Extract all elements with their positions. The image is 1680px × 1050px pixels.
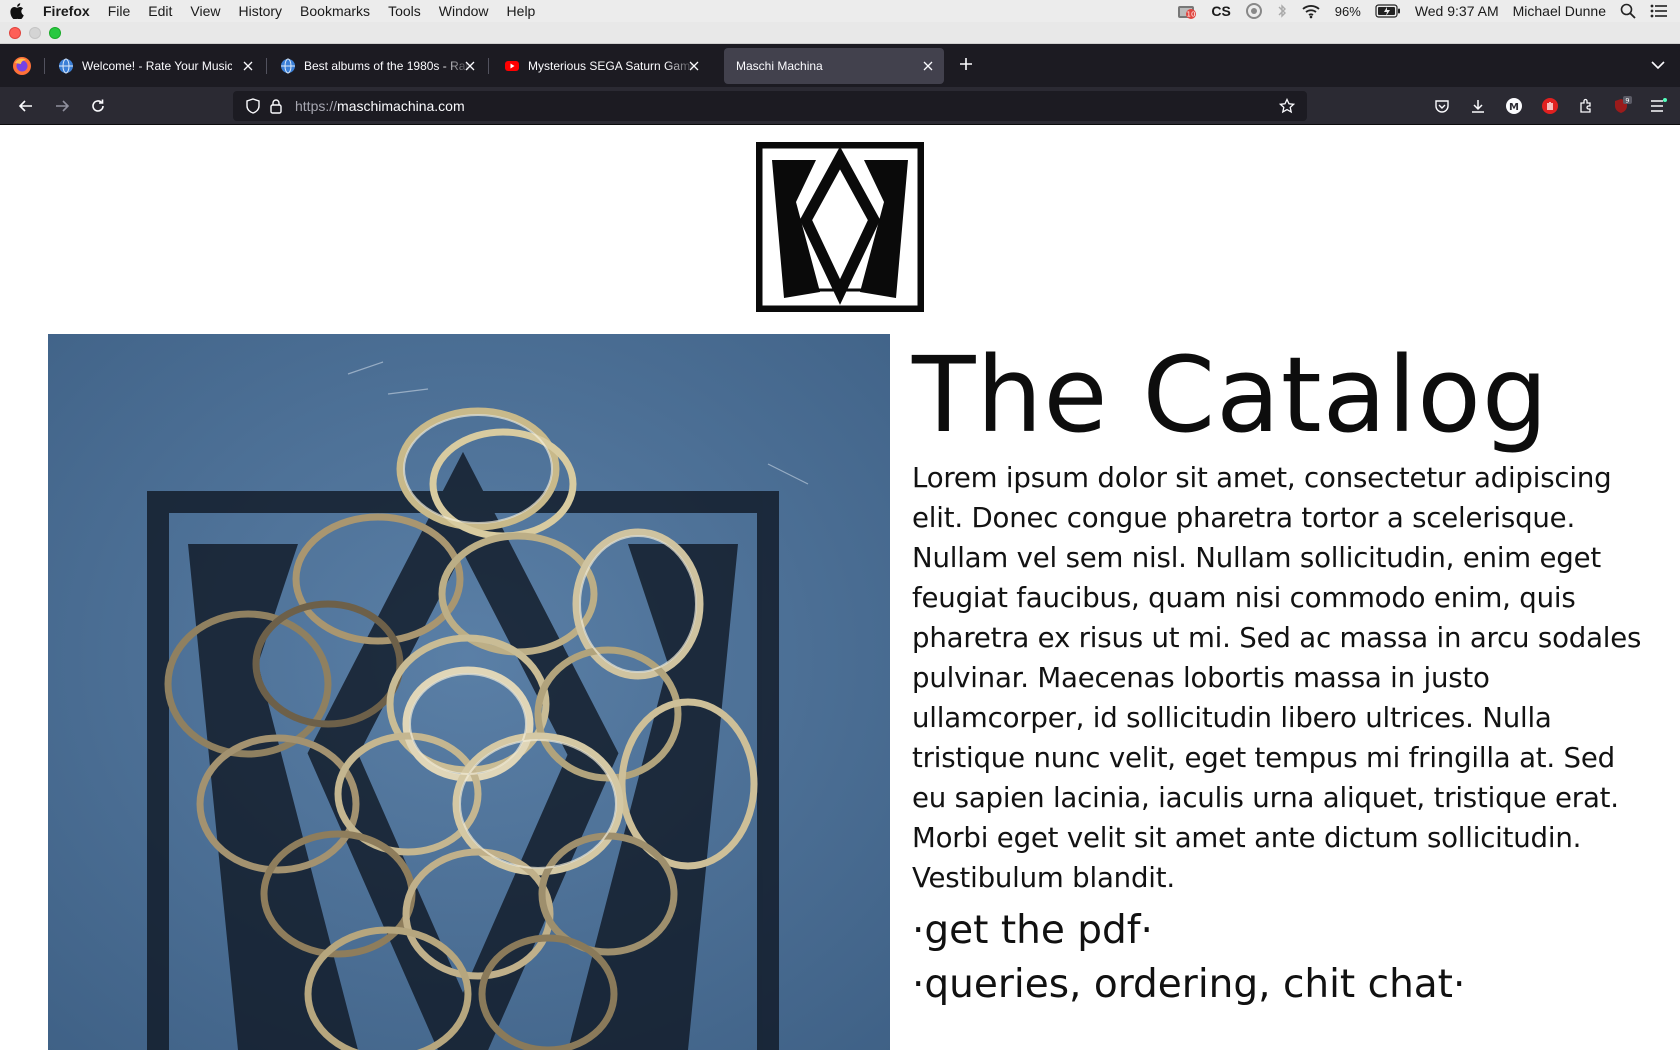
tab-close-icon[interactable]: [240, 58, 256, 74]
menu-tools[interactable]: Tools: [379, 0, 430, 22]
tracking-protection-shield-icon[interactable]: [245, 98, 261, 119]
menu-edit[interactable]: Edit: [139, 0, 181, 22]
contact-link[interactable]: ·queries, ordering, chit chat·: [912, 958, 1652, 1012]
tab-title: Mysterious SEGA Saturn Games: [528, 59, 696, 73]
lock-icon[interactable]: [269, 98, 283, 119]
apple-menu-icon[interactable]: [0, 3, 34, 19]
account-m-icon[interactable]: M: [1502, 94, 1526, 118]
menu-view[interactable]: View: [181, 0, 229, 22]
extension-red-hand-icon[interactable]: [1538, 94, 1562, 118]
tab-title: Welcome! - Rate Your Music: [82, 59, 232, 73]
window-titlebar: [0, 22, 1680, 44]
url-host: maschimachina.com: [337, 98, 465, 114]
navigation-toolbar: https://maschimachina.com M 9: [0, 87, 1680, 125]
tab-close-icon[interactable]: [920, 58, 936, 74]
user-name[interactable]: Michael Dunne: [1513, 3, 1606, 19]
control-center-icon[interactable]: [1650, 4, 1668, 18]
forward-arrow-icon[interactable]: [50, 94, 74, 118]
tab-best-albums-1980s[interactable]: Best albums of the 1980s - Rate Your Mus…: [268, 48, 486, 84]
pocket-icon[interactable]: [1430, 94, 1454, 118]
battery-percent: 96%: [1334, 3, 1361, 19]
youtube-icon: [505, 61, 519, 71]
tab-rate-your-music[interactable]: Welcome! - Rate Your Music: [46, 48, 264, 84]
vpn-icon[interactable]: [1245, 3, 1263, 19]
tab-close-icon[interactable]: [462, 58, 478, 74]
menu-file[interactable]: File: [99, 0, 140, 22]
catalog-hero-image: [48, 334, 890, 1050]
spotlight-search-icon[interactable]: [1620, 3, 1636, 19]
ublock-shield-icon[interactable]: 9: [1610, 94, 1634, 118]
window-zoom-button[interactable]: [49, 27, 61, 39]
cs-status-label[interactable]: CS: [1211, 3, 1230, 19]
menu-window[interactable]: Window: [430, 0, 498, 22]
extensions-puzzle-icon[interactable]: [1574, 94, 1598, 118]
get-pdf-link[interactable]: ·get the pdf·: [912, 904, 1652, 958]
url-bar[interactable]: https://maschimachina.com: [233, 91, 1307, 121]
app-menu-hamburger-icon[interactable]: [1646, 94, 1670, 118]
menu-app-firefox[interactable]: Firefox: [34, 0, 99, 22]
downloads-icon[interactable]: [1466, 94, 1490, 118]
menu-bookmarks[interactable]: Bookmarks: [291, 0, 379, 22]
wifi-icon[interactable]: [1301, 3, 1321, 19]
tab-title: Maschi Machina: [736, 59, 823, 73]
tab-bar: Welcome! - Rate Your Music Best albums o…: [0, 44, 1680, 87]
notification-app-icon[interactable]: 10: [1177, 2, 1197, 20]
catalog-text-column: The Catalog Lorem ipsum dolor sit amet, …: [912, 336, 1652, 1012]
menu-help[interactable]: Help: [498, 0, 545, 22]
bluetooth-icon[interactable]: [1277, 3, 1287, 19]
page-content: The Catalog Lorem ipsum dolor sit amet, …: [0, 126, 1680, 1050]
battery-icon[interactable]: [1375, 4, 1401, 18]
url-scheme: https://: [295, 98, 338, 114]
maschi-machina-logo[interactable]: [755, 141, 925, 313]
globe-icon: [59, 58, 73, 74]
page-title: The Catalog: [912, 334, 1549, 456]
catalog-description: Lorem ipsum dolor sit amet, consectetur …: [912, 461, 1642, 894]
tab-maschi-machina[interactable]: Maschi Machina: [724, 48, 944, 84]
firefox-view-icon[interactable]: [12, 56, 32, 81]
tab-sega-saturn[interactable]: Mysterious SEGA Saturn Games: [492, 48, 710, 84]
notification-badge-count: 10: [1187, 11, 1196, 19]
list-all-tabs-chevron-icon[interactable]: [1650, 58, 1666, 76]
url-text[interactable]: https://maschimachina.com: [295, 98, 465, 114]
svg-text:M: M: [1509, 102, 1519, 113]
clock-datetime[interactable]: Wed 9:37 AM: [1415, 3, 1499, 19]
macos-menubar: Firefox File Edit View History Bookmarks…: [0, 0, 1680, 22]
bookmark-star-icon[interactable]: [1278, 97, 1296, 119]
window-close-button[interactable]: [9, 27, 21, 39]
tab-close-icon[interactable]: [686, 58, 702, 74]
reload-icon[interactable]: [86, 94, 110, 118]
new-tab-plus-icon[interactable]: [958, 56, 974, 77]
window-minimize-button[interactable]: [29, 27, 41, 39]
menu-history[interactable]: History: [229, 0, 291, 22]
tab-title: Best albums of the 1980s - Rate Your Mus…: [304, 59, 472, 73]
back-arrow-icon[interactable]: [14, 94, 38, 118]
extension-badge-count: 9: [1625, 97, 1629, 105]
globe-icon: [281, 58, 295, 74]
